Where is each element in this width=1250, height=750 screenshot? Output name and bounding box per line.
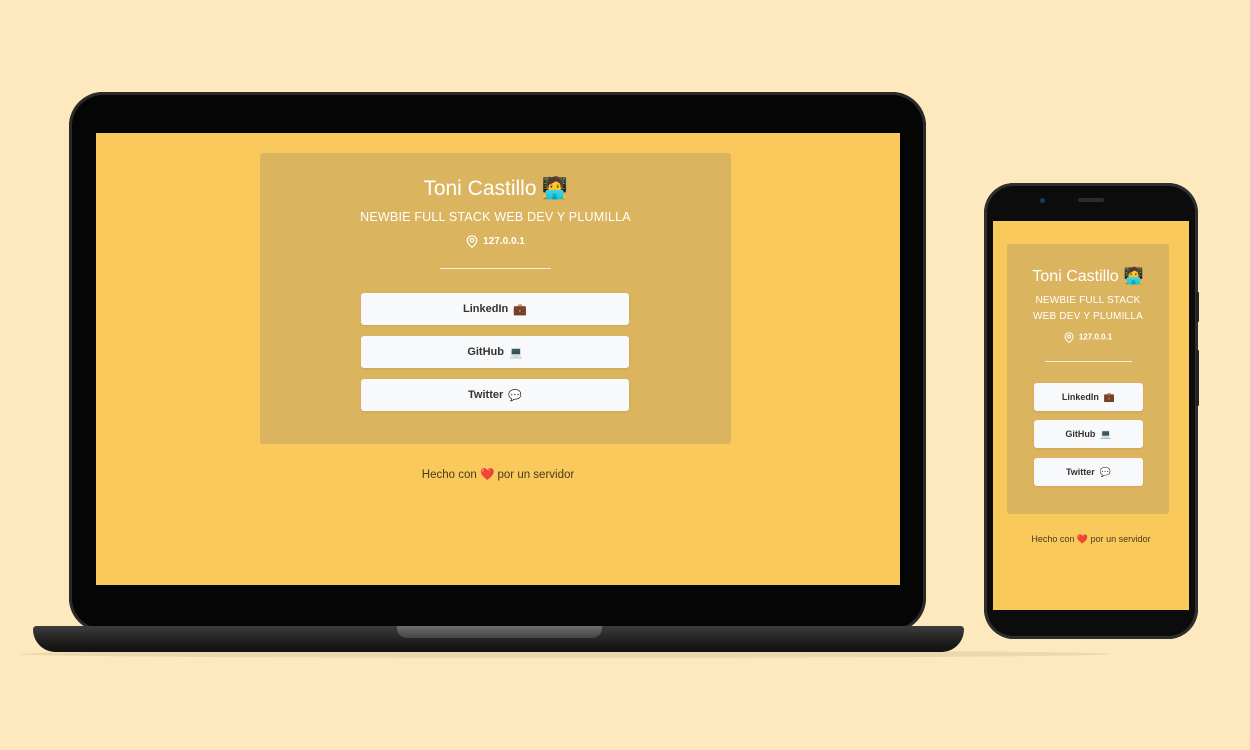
github-button-mobile[interactable]: GitHub 💻 <box>1034 420 1143 448</box>
phone-volume-button <box>1196 292 1199 322</box>
profile-card: Toni Castillo 🧑‍💻 NEWBIE FULL STACK WEB D… <box>260 153 731 444</box>
briefcase-icon: 💼 <box>513 303 527 316</box>
linkedin-button[interactable]: LinkedIn 💼 <box>361 293 629 325</box>
profile-name: Toni Castillo 🧑‍💻 <box>423 177 568 200</box>
laptop-icon: 💻 <box>508 346 523 359</box>
profile-name-mobile: Toni Castillo 🧑‍💻 <box>1032 268 1144 285</box>
profile-location: 127.0.0.1 <box>260 235 731 248</box>
footer-mobile: Hecho con ❤️ por un servidor <box>1031 534 1151 544</box>
footer: Hecho con ❤️ por un servidor <box>421 469 575 481</box>
twitter-button-mobile[interactable]: Twitter 💬 <box>1034 458 1143 486</box>
laptop-screen: Toni Castillo 🧑‍💻 NEWBIE FULL STACK WEB D… <box>96 133 900 585</box>
twitter-button[interactable]: Twitter 💬 <box>361 379 629 411</box>
linkedin-button-mobile[interactable]: LinkedIn 💼 <box>1034 383 1143 411</box>
phone-speaker <box>1078 198 1104 202</box>
heart-icon: ❤️ <box>479 469 495 481</box>
speech-bubble-icon: 💬 <box>1099 466 1112 477</box>
divider <box>1045 361 1132 362</box>
profile-subtitle: NEWBIE FULL STACK WEB DEV Y PLUMILLA <box>360 210 631 224</box>
divider <box>440 268 551 269</box>
laptop-icon: 💻 <box>1100 428 1112 439</box>
heart-icon: ❤️ <box>1076 534 1089 544</box>
phone-screen: Toni Castillo 🧑‍💻 NEWBIE FULL STACK WEB D… <box>993 221 1189 610</box>
briefcase-icon: 💼 <box>1103 391 1116 402</box>
location-pin-icon <box>466 235 478 248</box>
technologist-emoji: 🧑‍💻 <box>541 177 568 200</box>
speech-bubble-icon: 💬 <box>508 389 522 402</box>
location-pin-icon <box>1064 332 1074 343</box>
github-button[interactable]: GitHub 💻 <box>361 336 629 368</box>
profile-subtitle-mobile: NEWBIE FULL STACK WEB DEV Y PLUMILLA <box>1033 295 1143 322</box>
technologist-emoji: 🧑‍💻 <box>1123 268 1144 285</box>
phone-camera <box>1040 198 1045 203</box>
profile-card-mobile: Toni Castillo 🧑‍💻 NEWBIE FULL STACK WEB D… <box>1007 244 1169 514</box>
phone-power-button <box>1196 350 1199 406</box>
profile-location-mobile: 127.0.0.1 <box>1007 332 1169 343</box>
laptop-hinge-notch <box>397 626 602 638</box>
